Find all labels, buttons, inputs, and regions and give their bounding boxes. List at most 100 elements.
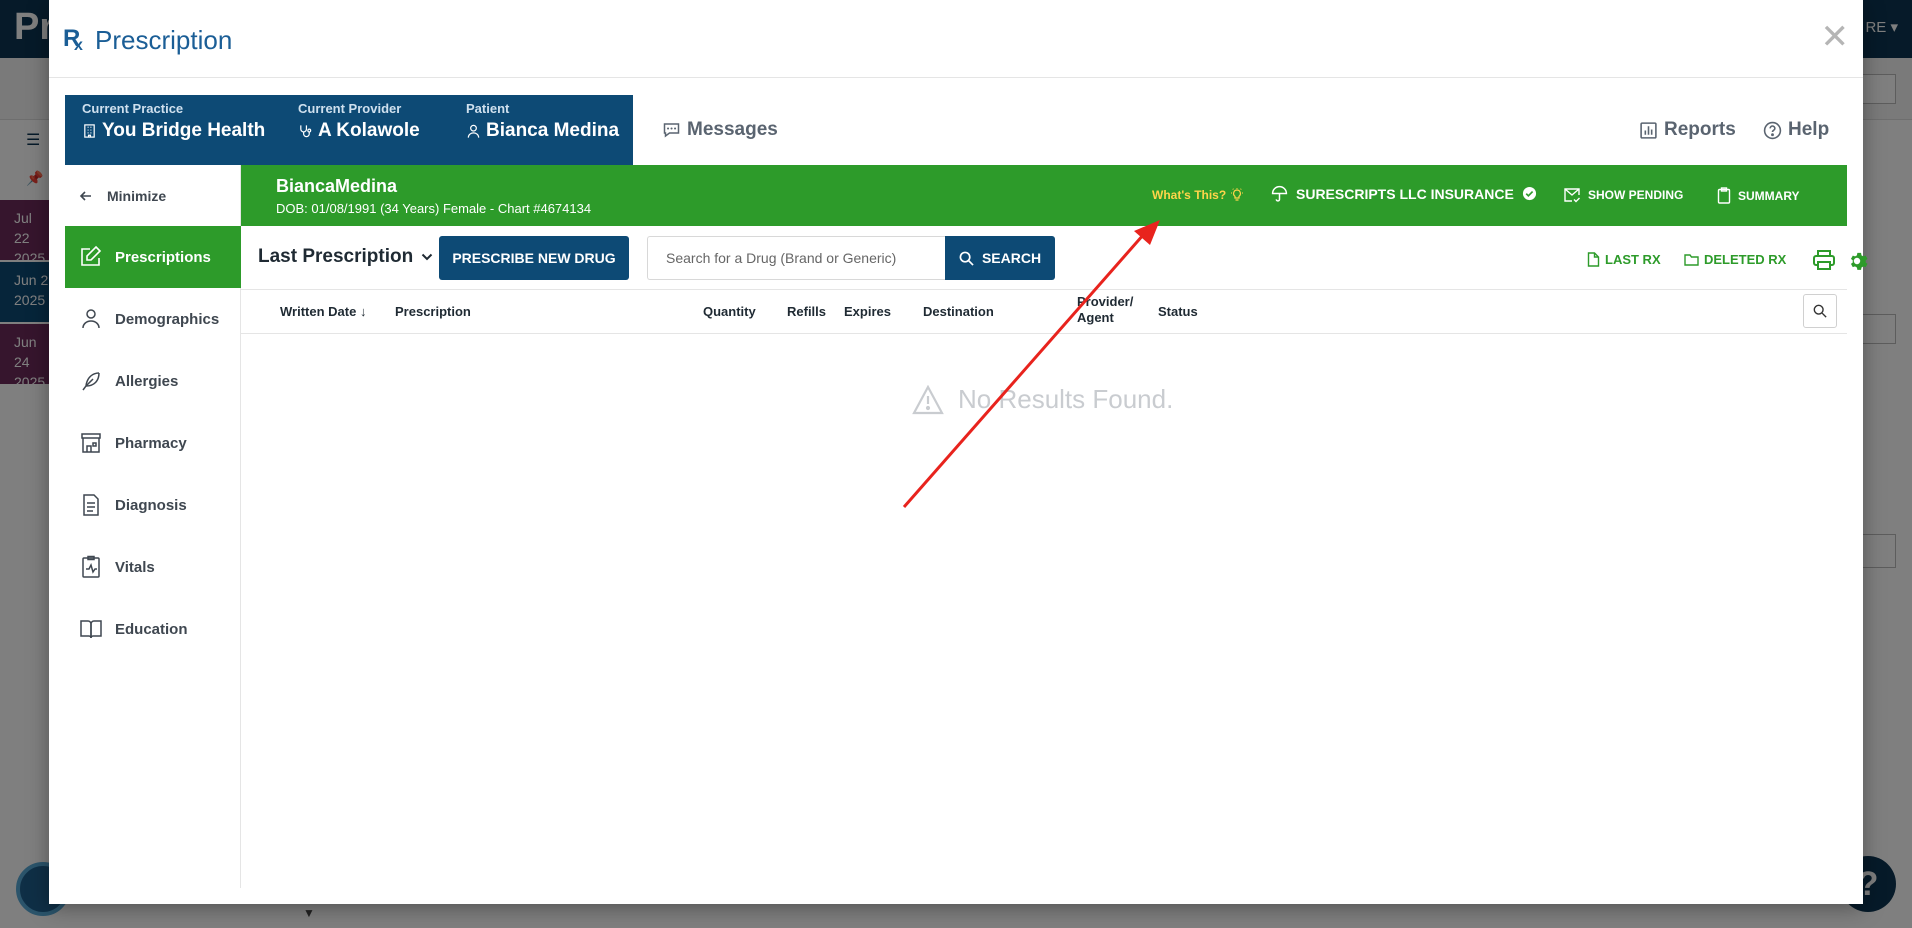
warning-icon: [912, 384, 944, 414]
provider-label: Current Provider: [298, 101, 402, 116]
whats-this-link[interactable]: What's This?: [1152, 188, 1244, 202]
sidebar-item-label: Demographics: [115, 310, 220, 328]
current-provider[interactable]: Current Provider A Kolawole: [281, 95, 449, 165]
prescribe-new-drug-button[interactable]: PRESCRIBE NEW DRUG: [439, 236, 629, 280]
close-button[interactable]: ✕: [1821, 20, 1850, 54]
column-label: Provider/: [1077, 294, 1134, 309]
patient-label: Patient: [466, 101, 510, 116]
sidebar-item-label: Prescriptions: [115, 248, 211, 266]
column-destination[interactable]: Destination: [923, 304, 994, 319]
table-search-button[interactable]: [1803, 294, 1837, 328]
gear-icon[interactable]: [1846, 250, 1868, 272]
prescription-table-header: Written Date ↓ Prescription Quantity Ref…: [241, 290, 1847, 334]
drug-search-input[interactable]: [648, 237, 945, 279]
column-status[interactable]: Status: [1158, 304, 1198, 319]
search-button-label: SEARCH: [981, 250, 1042, 266]
rx-icon: Rx: [63, 25, 83, 54]
reports-link[interactable]: Reports: [1639, 119, 1736, 141]
last-rx-label: LAST RX: [1605, 252, 1661, 267]
search-button[interactable]: SEARCH: [945, 236, 1055, 280]
question-circle-icon: [1763, 121, 1782, 139]
patient-last-name: Medina: [335, 176, 398, 196]
column-expires[interactable]: Expires: [844, 304, 891, 319]
view-select[interactable]: Last Prescription: [258, 246, 433, 268]
empty-state-message: No Results Found.: [958, 384, 1174, 414]
umbrella-icon: [1271, 185, 1288, 202]
column-provider-agent[interactable]: Provider/Agent: [1077, 294, 1133, 326]
empty-state: No Results Found.: [912, 384, 1173, 415]
edit-icon: [81, 245, 102, 266]
clipboard-icon: [1717, 187, 1731, 204]
modal-title: Prescription: [95, 25, 233, 55]
sidebar-item-demographics[interactable]: Demographics: [65, 288, 241, 350]
check-circle-icon: [1522, 186, 1536, 201]
help-link[interactable]: Help: [1763, 119, 1829, 141]
sidebar-item-label: Pharmacy: [115, 434, 187, 452]
last-rx-link[interactable]: LAST RX: [1587, 252, 1661, 267]
modal-header: Rx Prescription ✕: [49, 0, 1863, 78]
sidebar-item-prescriptions[interactable]: Prescriptions: [65, 226, 241, 288]
minimize-button[interactable]: Minimize: [65, 165, 241, 227]
person-icon: [467, 124, 480, 138]
patient-details: DOB: 01/08/1991 (34 Years) Female - Char…: [276, 201, 592, 216]
whats-this-label: What's This?: [1152, 188, 1227, 202]
insurance-status[interactable]: SURESCRIPTS LLC INSURANCE: [1271, 185, 1537, 202]
sidebar-item-vitals[interactable]: Vitals: [65, 536, 241, 598]
show-pending-label: SHOW PENDING: [1588, 188, 1684, 202]
help-label: Help: [1788, 119, 1830, 140]
patient-value: Bianca Medina: [486, 120, 620, 141]
mail-check-icon: [1564, 188, 1580, 203]
sidebar-item-label: Vitals: [115, 558, 155, 576]
arrow-left-icon: [79, 191, 91, 201]
column-refills[interactable]: Refills: [787, 304, 826, 319]
chevron-down-icon: [422, 253, 433, 261]
practice-value: You Bridge Health: [102, 120, 266, 141]
messages-link[interactable]: Messages: [662, 119, 778, 141]
clipboard-pulse-icon: [82, 555, 100, 578]
view-select-label: Last Prescription: [258, 246, 414, 267]
sidebar-item-diagnosis[interactable]: Diagnosis: [65, 474, 241, 536]
summary-button[interactable]: SUMMARY: [1717, 187, 1800, 204]
patient-first-name: Bianca: [276, 176, 336, 196]
sidebar-item-education[interactable]: Education: [65, 598, 241, 660]
feather-icon: [82, 372, 100, 391]
current-patient[interactable]: Patient Bianca Medina: [449, 95, 633, 165]
sidebar-item-label: Diagnosis: [115, 496, 187, 514]
bar-chart-icon: [1640, 121, 1657, 139]
column-written-date[interactable]: Written Date ↓: [280, 304, 366, 319]
minimize-label: Minimize: [107, 188, 167, 204]
current-practice[interactable]: Current Practice You Bridge Health: [65, 95, 281, 165]
sidebar-item-label: Education: [115, 620, 188, 638]
prescription-toolbar: Last Prescription PRESCRIBE NEW DRUG SEA…: [241, 226, 1868, 290]
chat-icon: [663, 123, 680, 138]
sidebar-item-allergies[interactable]: Allergies: [65, 350, 241, 412]
column-quantity[interactable]: Quantity: [703, 304, 756, 319]
print-icon[interactable]: [1813, 250, 1835, 270]
file-icon: [1587, 252, 1600, 267]
person-icon: [82, 309, 100, 329]
deleted-rx-link[interactable]: DELETED RX: [1684, 252, 1786, 267]
search-icon: [1813, 304, 1827, 318]
folder-icon: [1684, 254, 1699, 266]
sidebar: Minimize Prescriptions Demographics Alle…: [65, 165, 241, 888]
book-icon: [80, 620, 102, 639]
document-icon: [83, 494, 99, 516]
sidebar-item-label: Allergies: [115, 372, 179, 390]
prescription-modal: Rx Prescription ✕ Current Practice You B…: [49, 0, 1868, 904]
provider-value: A Kolawole: [318, 120, 420, 141]
store-icon: [81, 433, 101, 453]
practice-label: Current Practice: [82, 101, 184, 116]
reports-label: Reports: [1664, 119, 1736, 140]
deleted-rx-label: DELETED RX: [1704, 252, 1787, 267]
drug-search-box: [647, 236, 945, 280]
column-label: Written Date: [280, 304, 357, 319]
sidebar-item-pharmacy[interactable]: Pharmacy: [65, 412, 241, 474]
stethoscope-icon: [300, 125, 312, 138]
column-label: Agent: [1077, 310, 1114, 325]
patient-banner: BiancaMedina DOB: 01/08/1991 (34 Years) …: [241, 165, 1847, 226]
context-bar: Current Practice You Bridge Health Curre…: [65, 95, 1847, 165]
building-icon: [84, 124, 95, 138]
column-prescription[interactable]: Prescription: [395, 304, 471, 319]
show-pending-button[interactable]: SHOW PENDING: [1563, 187, 1683, 203]
search-icon: [959, 251, 974, 266]
